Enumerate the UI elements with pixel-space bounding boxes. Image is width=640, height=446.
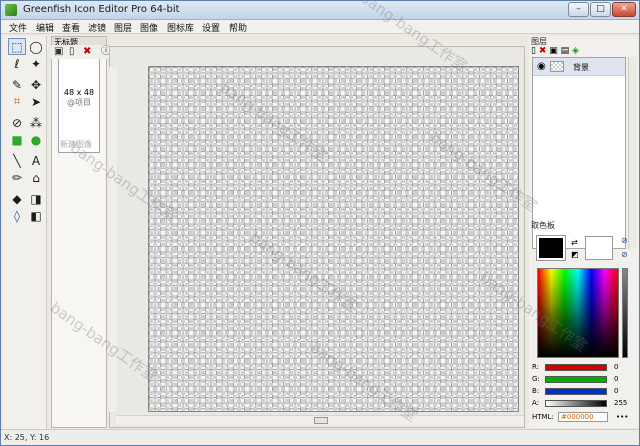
menu-filter[interactable]: 滤镜 — [88, 21, 106, 34]
save-icon[interactable]: ▣ — [54, 46, 63, 57]
menu-view[interactable]: 查看 — [62, 21, 80, 34]
red-slider[interactable] — [545, 364, 607, 371]
app-window: Greenfish Icon Editor Pro 64-bit – □ ✕ 文… — [0, 0, 640, 446]
secondary-color-swatch[interactable] — [585, 236, 613, 260]
layer-props-icon[interactable]: ▣ — [549, 46, 558, 56]
new-image-label[interactable]: 新建图像 — [60, 139, 92, 150]
crop-icon[interactable]: ⌗ — [8, 93, 26, 110]
document-sub: @项目 — [67, 98, 91, 107]
menu-edit[interactable]: 编辑 — [36, 21, 54, 34]
blue-label: B: — [532, 387, 540, 395]
brush-icon[interactable]: ⌂ — [27, 169, 45, 186]
menu-settings[interactable]: 设置 — [202, 21, 220, 34]
merge-layer-icon[interactable]: ◈ — [572, 46, 579, 56]
red-label: R: — [532, 363, 540, 371]
swap-colors-icon[interactable]: ⇄ — [571, 238, 578, 247]
color-replace-icon[interactable]: ◨ — [27, 190, 45, 207]
magic-wand-icon[interactable]: ✦ — [27, 55, 45, 72]
green-label: G: — [532, 375, 540, 383]
blue-slider[interactable] — [545, 388, 607, 395]
eyedropper-icon[interactable]: ⊘ — [8, 114, 26, 131]
new-layer-icon[interactable]: ▯ — [531, 46, 536, 56]
document-thumbnail[interactable]: 48 x 48 @项目 — [58, 53, 100, 153]
layers-toolbar: ▯ ✖ ▣ ▤ ◈ — [531, 46, 579, 56]
html-color-input[interactable]: #000000 — [558, 412, 608, 422]
new-icon[interactable]: ▯ — [69, 46, 75, 57]
app-icon — [5, 4, 17, 16]
menu-help[interactable]: 帮助 — [229, 21, 247, 34]
menu-layer[interactable]: 图层 — [114, 21, 132, 34]
menu-file[interactable]: 文件 — [9, 21, 27, 34]
pixel-canvas[interactable] — [148, 66, 519, 412]
rectangle-icon[interactable]: ■ — [8, 131, 26, 148]
close-button[interactable]: ✕ — [612, 2, 636, 17]
right-panels: 图层 ▯ ✖ ▣ ▤ ◈ ◉ 背景 取色板 ⇄ ◩ ⊘ ⊘ R: 0 G: 0 … — [529, 36, 639, 428]
editor-hscroll[interactable] — [116, 415, 524, 425]
editor-vscroll[interactable] — [109, 67, 117, 412]
gradient-icon[interactable]: ◧ — [27, 207, 45, 224]
spray-icon[interactable]: ⁂ — [27, 114, 45, 131]
cursor-coords: X: 25, Y: 16 — [4, 433, 50, 442]
color-palette[interactable] — [537, 268, 619, 358]
transparent-color-icon[interactable]: ⊘ — [621, 236, 628, 245]
menu-image[interactable]: 图像 — [140, 21, 158, 34]
menu-library[interactable]: 图标库 — [167, 21, 194, 34]
fill-icon[interactable]: ◊ — [8, 207, 26, 224]
layer-thumbnail — [550, 61, 564, 72]
toolbox: ⬚ ◯ ℓ ✦ ✎ ✥ ⌗ ➤ ⊘ ⁂ ■ ● ╲ A ✏ ⌂ ◆ ◨ ◊ ◧ — [3, 36, 47, 431]
html-row: HTML: #000000 ••• — [532, 412, 628, 422]
move-icon[interactable]: ✥ — [27, 76, 45, 93]
pointer-icon[interactable]: ➤ — [27, 93, 45, 110]
rect-select-icon[interactable]: ⬚ — [8, 38, 26, 55]
green-slider[interactable] — [545, 376, 607, 383]
document-size: 48 x 48 — [63, 88, 95, 97]
html-label: HTML: — [532, 413, 554, 421]
blue-value[interactable]: 0 — [614, 387, 618, 395]
brightness-slider[interactable] — [622, 268, 628, 358]
more-icon[interactable]: ••• — [616, 413, 628, 421]
alpha-value[interactable]: 255 — [614, 399, 627, 407]
window-title: Greenfish Icon Editor Pro 64-bit — [23, 4, 180, 15]
red-value[interactable]: 0 — [614, 363, 618, 371]
layers-vscroll[interactable] — [628, 57, 637, 249]
maximize-button[interactable]: □ — [590, 2, 611, 17]
invert-color-icon[interactable]: ⊘ — [621, 250, 628, 259]
text-icon[interactable]: A — [27, 152, 45, 169]
eraser-icon[interactable]: ◆ — [8, 190, 26, 207]
status-bar: X: 25, Y: 16 — [1, 429, 639, 445]
title-bar[interactable]: Greenfish Icon Editor Pro 64-bit – □ ✕ — [1, 1, 639, 20]
ellipse-select-icon[interactable]: ◯ — [27, 38, 45, 55]
alpha-label: A: — [532, 399, 540, 407]
delete-icon[interactable]: ✖ — [83, 46, 91, 57]
layer-name: 背景 — [573, 63, 589, 72]
green-value[interactable]: 0 — [614, 375, 618, 383]
lasso-icon[interactable]: ℓ — [8, 55, 26, 72]
primary-color-swatch[interactable] — [536, 235, 566, 261]
pencil-icon[interactable]: ✏ — [8, 169, 26, 186]
layer-row[interactable]: ◉ 背景 — [533, 58, 625, 76]
ellipse-icon[interactable]: ● — [27, 131, 45, 148]
duplicate-layer-icon[interactable]: ▤ — [561, 46, 570, 56]
alpha-slider[interactable] — [545, 400, 607, 407]
hscroll-thumb[interactable] — [314, 417, 328, 424]
delete-layer-icon[interactable]: ✖ — [539, 46, 547, 56]
pencil-select-icon[interactable]: ✎ — [8, 76, 26, 93]
line-icon[interactable]: ╲ — [8, 152, 26, 169]
documents-panel: 无标题 48 x 48 @项目 新建图像 — [51, 36, 107, 428]
reset-colors-icon[interactable]: ◩ — [571, 250, 579, 259]
color-panel-title: 取色板 — [531, 221, 555, 230]
visibility-eye-icon[interactable]: ◉ — [537, 61, 546, 72]
minimize-button[interactable]: – — [568, 2, 589, 17]
menu-bar: 文件 编辑 查看 滤镜 图层 图像 图标库 设置 帮助 — [1, 20, 639, 34]
